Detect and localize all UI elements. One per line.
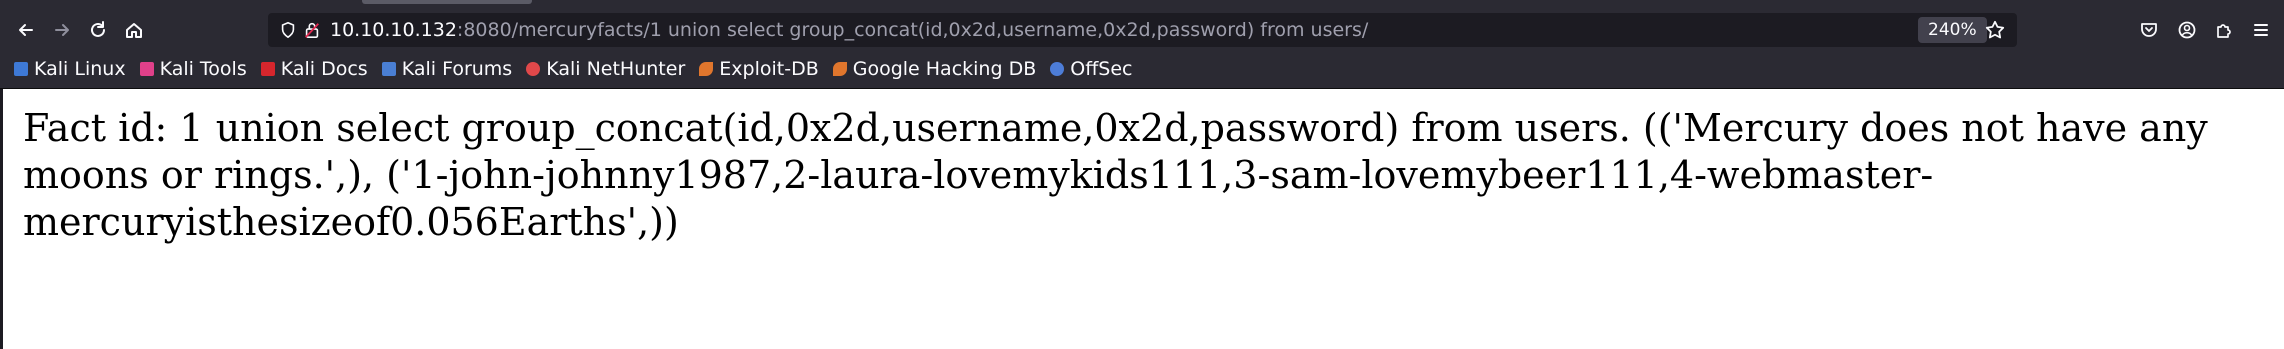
nethunter-icon bbox=[526, 62, 541, 76]
back-button[interactable] bbox=[8, 10, 44, 50]
fact-text: Fact id: 1 union select group_concat(id,… bbox=[23, 106, 2208, 244]
kali-docs-icon bbox=[260, 62, 275, 76]
bookmark-kali-nethunter[interactable]: Kali NetHunter bbox=[526, 58, 685, 80]
navigation-toolbar: 10.10.10.132:8080/mercuryfacts/1 union s… bbox=[0, 10, 2284, 50]
url-path: :8080/mercuryfacts/1 union select group_… bbox=[456, 19, 1369, 41]
kali-forums-icon bbox=[381, 62, 396, 76]
page-content: Fact id: 1 union select group_concat(id,… bbox=[0, 89, 2284, 349]
offsec-icon bbox=[1050, 62, 1065, 76]
url-bar[interactable]: 10.10.10.132:8080/mercuryfacts/1 union s… bbox=[268, 13, 2017, 47]
menu-hamburger-icon[interactable] bbox=[2250, 19, 2272, 41]
bookmark-kali-forums[interactable]: Kali Forums bbox=[381, 58, 513, 80]
bookmarks-toolbar: Kali Linux Kali Tools Kali Docs Kali For… bbox=[0, 54, 2284, 84]
ghdb-icon bbox=[832, 62, 847, 76]
insecure-lock-icon[interactable] bbox=[302, 20, 322, 40]
account-icon[interactable] bbox=[2176, 19, 2198, 41]
exploit-db-icon bbox=[699, 62, 714, 76]
bookmark-label: Kali Tools bbox=[159, 58, 247, 80]
bookmark-kali-docs[interactable]: Kali Docs bbox=[260, 58, 368, 80]
bookmark-label: Kali NetHunter bbox=[546, 58, 686, 80]
url-text[interactable]: 10.10.10.132:8080/mercuryfacts/1 union s… bbox=[330, 13, 1368, 47]
bookmark-kali-linux[interactable]: Kali Linux bbox=[14, 58, 126, 80]
pocket-icon[interactable] bbox=[2138, 19, 2160, 41]
home-button[interactable] bbox=[116, 10, 152, 50]
bookmark-kali-tools[interactable]: Kali Tools bbox=[139, 58, 247, 80]
tracking-protection-shield-icon[interactable] bbox=[278, 20, 298, 40]
bookmark-label: OffSec bbox=[1070, 58, 1133, 80]
browser-chrome: 10.10.10.132:8080/mercuryfacts/1 union s… bbox=[0, 0, 2284, 88]
bookmark-label: Kali Docs bbox=[280, 58, 368, 80]
bookmark-label: Kali Linux bbox=[34, 58, 126, 80]
url-host: 10.10.10.132 bbox=[330, 19, 457, 41]
extensions-icon[interactable] bbox=[2213, 19, 2235, 41]
arrow-right-icon bbox=[55, 24, 69, 36]
reload-icon bbox=[91, 21, 105, 37]
zoom-level-button[interactable]: 240% bbox=[1918, 17, 1987, 43]
home-icon bbox=[126, 23, 142, 38]
reload-button[interactable] bbox=[80, 10, 116, 50]
bookmark-label: Exploit-DB bbox=[719, 58, 819, 80]
bookmark-label: Kali Forums bbox=[401, 58, 513, 80]
bookmark-label: Google Hacking DB bbox=[852, 58, 1037, 80]
arrow-left-icon bbox=[19, 24, 33, 36]
active-tab-edge[interactable] bbox=[362, 0, 532, 4]
kali-dragon-icon bbox=[14, 62, 28, 76]
bookmark-star-icon[interactable] bbox=[1984, 19, 2006, 41]
bookmark-offsec[interactable]: OffSec bbox=[1050, 58, 1133, 80]
bookmark-exploit-db[interactable]: Exploit-DB bbox=[699, 58, 819, 80]
bookmark-google-hacking-db[interactable]: Google Hacking DB bbox=[832, 58, 1037, 80]
kali-tools-icon bbox=[139, 62, 154, 76]
forward-button[interactable] bbox=[44, 10, 80, 50]
